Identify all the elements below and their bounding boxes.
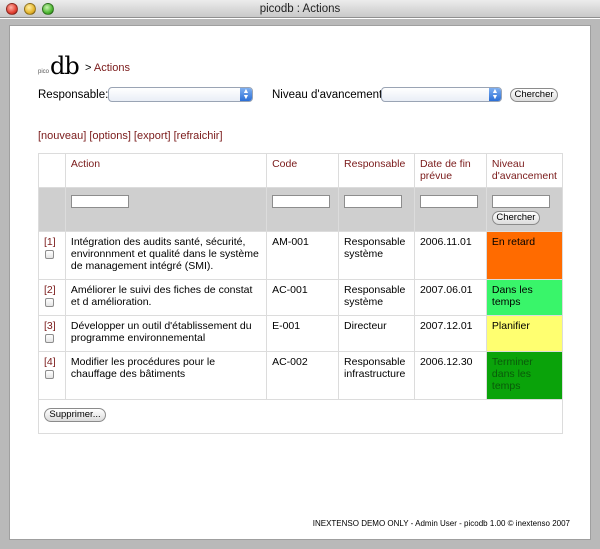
cell-niveau: Terminer dans les temps [485, 351, 564, 400]
cell-action: Développer un outil d'établissement du p… [64, 315, 268, 352]
header-select [38, 153, 66, 188]
filter-bar: Responsable: ▲ ▼ Niveau d'avancement: ▲ ▼ … [38, 86, 578, 106]
row-checkbox[interactable] [45, 334, 54, 343]
cell-responsable: Responsable infrastructure [338, 351, 415, 400]
table-filter-row: Chercher [38, 187, 564, 232]
zoom-window-button[interactable] [42, 3, 54, 15]
cell-date: 2006.12.30 [413, 351, 487, 400]
header-niveau[interactable]: Niveau d'avancement [485, 153, 564, 188]
cell-code: E-001 [266, 315, 340, 352]
niveau-label: Niveau d'avancement: [272, 89, 386, 101]
breadcrumb-separator: > [85, 62, 92, 74]
table-actions-row: Supprimer... [38, 399, 563, 434]
cell-date: 2007.12.01 [413, 315, 487, 352]
cell-code: AC-001 [266, 279, 340, 316]
cell-code: AM-001 [266, 231, 340, 280]
logo-small-text: pico [38, 69, 50, 75]
cell-responsable: Responsable système [338, 279, 415, 316]
action-filter-input[interactable] [70, 195, 129, 208]
search-button[interactable]: Chercher [510, 88, 558, 102]
options-link[interactable]: [options] [89, 130, 131, 142]
cell-action: Intégration des audits santé, sécurité, … [64, 231, 268, 280]
cell-niveau: Dans les temps [485, 279, 564, 316]
header-date[interactable]: Date de fin prévue [413, 153, 487, 188]
table-header-row: Action Code Responsable Date de fin prév… [38, 153, 564, 188]
cell-date: 2007.06.01 [413, 279, 487, 316]
row-number-link[interactable]: [3] [44, 320, 60, 332]
row-checkbox[interactable] [45, 250, 54, 259]
logo[interactable]: db [50, 52, 80, 80]
cell-niveau: En retard [485, 231, 564, 280]
row-number-link[interactable]: [1] [44, 236, 60, 248]
header-responsable[interactable]: Responsable [338, 153, 415, 188]
header-code[interactable]: Code [266, 153, 340, 188]
cell-niveau: Planifier [485, 315, 564, 352]
table-row: [1] Intégration des audits santé, sécuri… [38, 231, 564, 280]
table-row: [4] Modifier les procédures pour le chau… [38, 351, 564, 400]
minimize-window-button[interactable] [24, 3, 36, 15]
row-checkbox[interactable] [45, 370, 54, 379]
row-checkbox[interactable] [45, 298, 54, 307]
select-arrows-icon: ▲ ▼ [240, 88, 252, 101]
cell-responsable: Directeur [338, 315, 415, 352]
niveau-filter-input[interactable] [491, 195, 550, 208]
breadcrumb-current: Actions [93, 62, 130, 74]
actions-table: Action Code Responsable Date de fin prév… [38, 153, 564, 434]
filter-search-button[interactable]: Chercher [491, 211, 540, 225]
table-row: [3] Développer un outil d'établissement … [38, 315, 564, 352]
footer-text: INEXTENSO DEMO ONLY - Admin User - picod… [312, 519, 570, 528]
cell-action: Modifier les procédures pour le chauffag… [64, 351, 268, 400]
responsable-select[interactable]: ▲ ▼ [108, 87, 253, 102]
window-titlebar: picodb : Actions [0, 0, 600, 18]
date-filter-input[interactable] [419, 195, 478, 208]
cell-responsable: Responsable système [338, 231, 415, 280]
code-filter-input[interactable] [272, 195, 331, 208]
page-content: pico db > Actions Responsable: ▲ ▼ Niveau… [9, 25, 591, 540]
select-arrows-icon: ▲ ▼ [489, 88, 501, 101]
action-links: [nouveau] [options] [export] [refraichir] [38, 130, 226, 142]
delete-button[interactable]: Supprimer... [44, 408, 106, 422]
close-window-button[interactable] [6, 3, 18, 15]
export-link[interactable]: [export] [134, 130, 171, 142]
niveau-select[interactable]: ▲ ▼ [381, 87, 502, 102]
cell-date: 2006.11.01 [413, 231, 487, 280]
responsable-filter-input[interactable] [344, 195, 403, 208]
nouveau-link[interactable]: [nouveau] [38, 130, 86, 142]
cell-action: Améliorer le suivi des fiches de constat… [64, 279, 268, 316]
table-row: [2] Améliorer le suivi des fiches de con… [38, 279, 564, 316]
window-body: pico db > Actions Responsable: ▲ ▼ Niveau… [0, 19, 600, 549]
header-action[interactable]: Action [64, 153, 268, 188]
row-number-link[interactable]: [2] [44, 284, 60, 296]
row-number-link[interactable]: [4] [44, 356, 60, 368]
cell-code: AC-002 [266, 351, 340, 400]
window-title: picodb : Actions [259, 3, 341, 15]
responsable-label: Responsable: [38, 89, 109, 101]
refraichir-link[interactable]: [refraichir] [174, 130, 223, 142]
